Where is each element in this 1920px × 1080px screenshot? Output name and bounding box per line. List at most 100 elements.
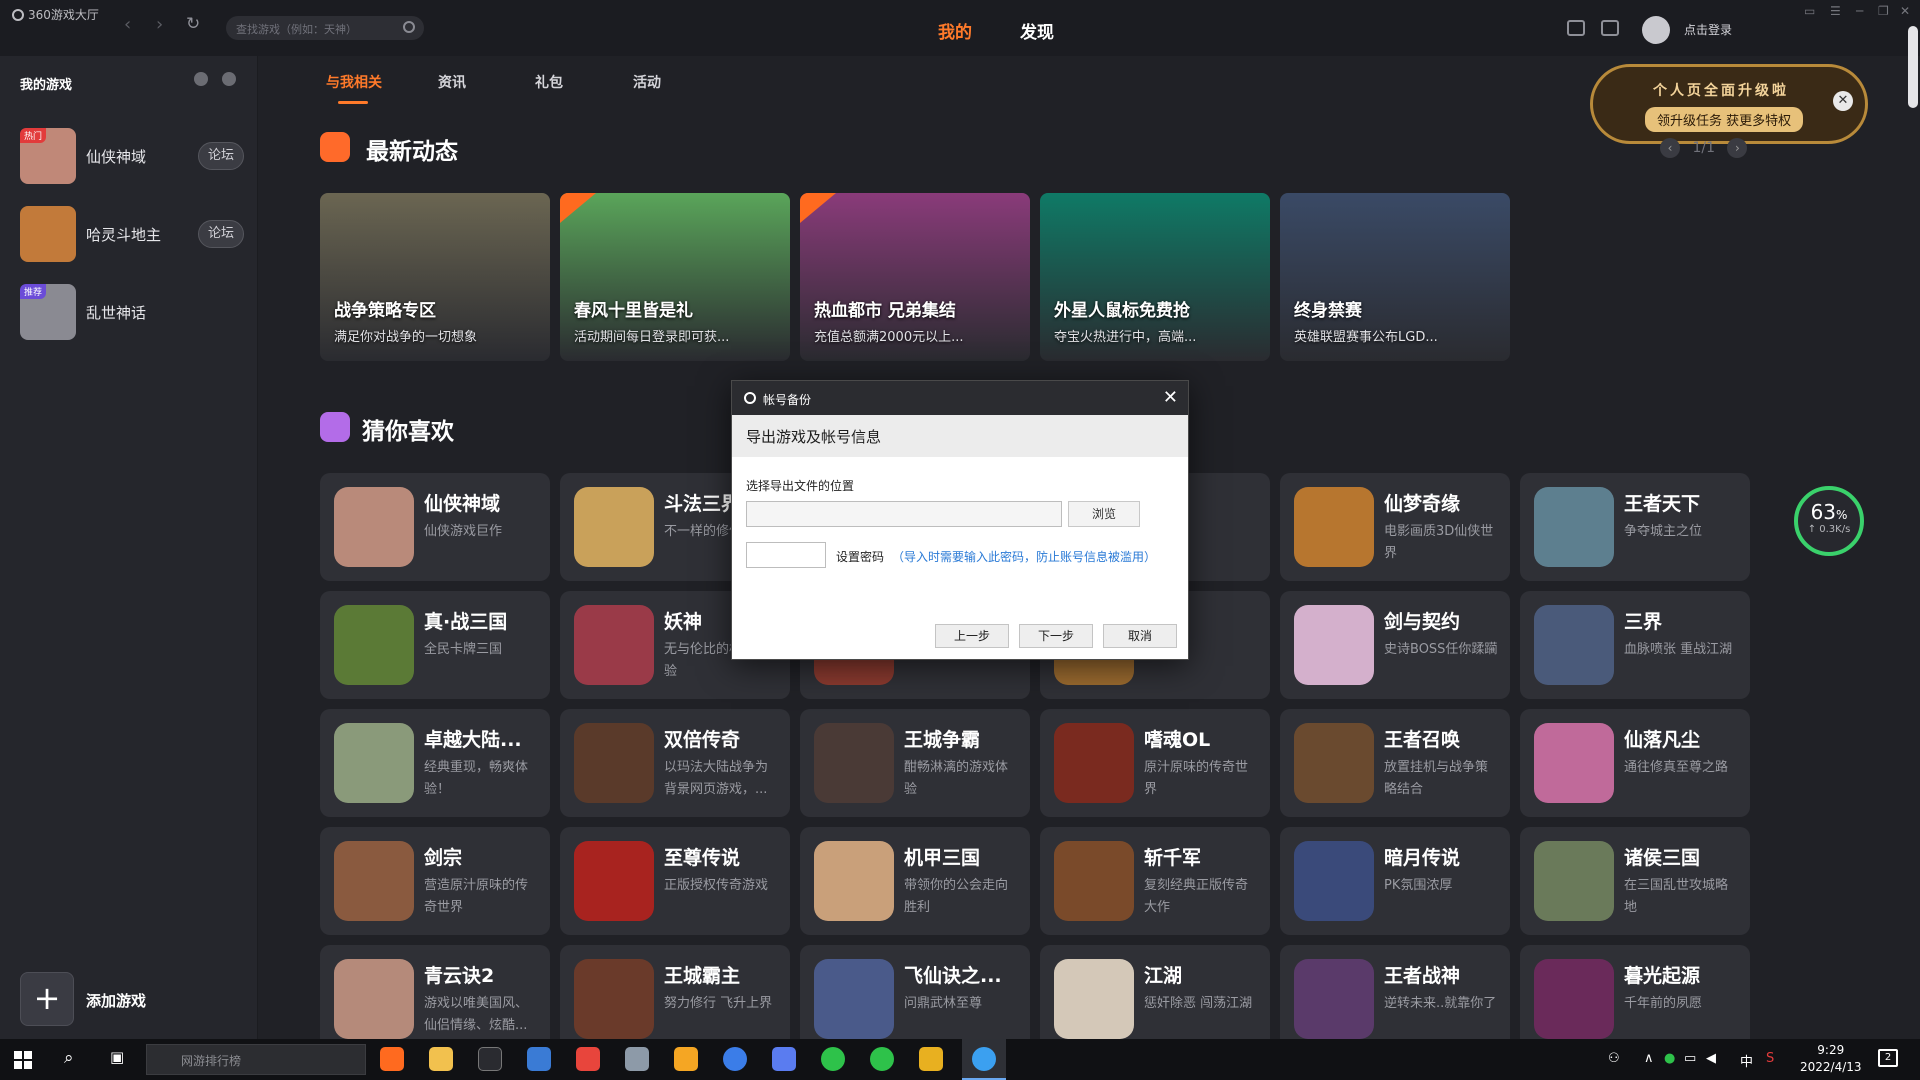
game-name[interactable]: 三界: [1624, 607, 1662, 634]
game-card[interactable]: 王者天下 争夺城主之位: [1520, 473, 1750, 581]
game-icon[interactable]: [814, 723, 894, 803]
game-name[interactable]: 仙梦奇缘: [1384, 489, 1460, 516]
export-path-input[interactable]: [746, 501, 1062, 527]
news-card[interactable]: 外星人鼠标免费抢 夺宝火热进行中，高端...: [1040, 193, 1270, 361]
game-icon[interactable]: [1534, 841, 1614, 921]
game-name[interactable]: 暗月传说: [1384, 843, 1460, 870]
game-card[interactable]: 机甲三国 带领你的公会走向胜利: [800, 827, 1030, 935]
sidebar-game-2[interactable]: 哈灵斗地主 论坛: [20, 206, 250, 262]
game-name[interactable]: 卓越大陆...: [424, 725, 522, 752]
game-card[interactable]: 剑与契约 史诗BOSS任你蹂躏: [1280, 591, 1510, 699]
game-icon[interactable]: [1534, 487, 1614, 567]
tab-mine[interactable]: 我的: [938, 18, 972, 43]
taskbar-search-input[interactable]: 网游排行榜: [146, 1044, 366, 1075]
task-view-icon[interactable]: ▣: [110, 1048, 124, 1066]
game-name[interactable]: 机甲三国: [904, 843, 980, 870]
file-explorer-icon[interactable]: [429, 1047, 453, 1071]
bag-icon[interactable]: [1601, 20, 1619, 36]
search-icon[interactable]: [403, 21, 415, 33]
game-thumbnail[interactable]: 热门: [20, 128, 76, 184]
search-input[interactable]: 查找游戏（例如：天神）: [226, 16, 424, 40]
close-icon[interactable]: ✕: [1900, 4, 1910, 18]
news-card[interactable]: 终身禁赛 英雄联盟赛事公布LGD...: [1280, 193, 1510, 361]
game-card[interactable]: 嗜魂OL 原汁原味的传奇世界: [1040, 709, 1270, 817]
upgrade-banner[interactable]: 个人页全面升级啦 领升级任务 获更多特权 ✕: [1590, 64, 1868, 144]
game-card[interactable]: 仙侠神域 仙侠游戏巨作: [320, 473, 550, 581]
forum-button[interactable]: 论坛: [198, 142, 244, 170]
game-card[interactable]: 仙落凡尘 通往修真至尊之路: [1520, 709, 1750, 817]
gift-icon[interactable]: [1567, 20, 1585, 36]
news-card[interactable]: 战争策略专区 满足你对战争的一切想象: [320, 193, 550, 361]
game-card[interactable]: 暮光起源 千年前的夙愿: [1520, 945, 1750, 1053]
game-name[interactable]: 王者召唤: [1384, 725, 1460, 752]
game-icon[interactable]: [574, 487, 654, 567]
game-name[interactable]: 斩千军: [1144, 843, 1201, 870]
news-card[interactable]: 春风十里皆是礼 活动期间每日登录即可获...: [560, 193, 790, 361]
terminal-icon[interactable]: [478, 1047, 502, 1071]
game-icon[interactable]: [1294, 723, 1374, 803]
game-name[interactable]: 嗜魂OL: [1144, 725, 1210, 752]
game-hall-icon[interactable]: [972, 1047, 996, 1071]
game-name[interactable]: 哈灵斗地主: [86, 224, 161, 245]
next-step-button[interactable]: 下一步: [1019, 624, 1093, 648]
show-hidden-icon[interactable]: ∧: [1644, 1051, 1654, 1066]
network-icon[interactable]: ▭: [1684, 1051, 1696, 1066]
game-icon[interactable]: [1054, 723, 1134, 803]
app-icon[interactable]: [674, 1047, 698, 1071]
game-card[interactable]: 王者战神 逆转未来..就靠你了: [1280, 945, 1510, 1053]
tab-gifts[interactable]: 礼包: [535, 72, 563, 92]
game-icon[interactable]: [334, 959, 414, 1039]
game-name[interactable]: 剑宗: [424, 843, 462, 870]
app-icon[interactable]: [821, 1047, 845, 1071]
game-name[interactable]: 仙侠神域: [424, 489, 500, 516]
forward-icon[interactable]: ›: [156, 14, 163, 35]
add-game-button[interactable]: +: [20, 972, 74, 1026]
game-name[interactable]: 王城霸主: [664, 961, 740, 988]
game-icon[interactable]: [334, 723, 414, 803]
dialog-close-icon[interactable]: ✕: [1163, 387, 1178, 408]
game-card[interactable]: 卓越大陆... 经典重现，畅爽体验！: [320, 709, 550, 817]
game-icon[interactable]: [1294, 605, 1374, 685]
ime-app-icon[interactable]: S: [1766, 1051, 1774, 1066]
game-name[interactable]: 暮光起源: [1624, 961, 1700, 988]
cancel-button[interactable]: 取消: [1103, 624, 1177, 648]
game-icon[interactable]: [814, 959, 894, 1039]
game-name[interactable]: 诸侯三国: [1624, 843, 1700, 870]
game-name[interactable]: 王者战神: [1384, 961, 1460, 988]
game-icon[interactable]: [1534, 723, 1614, 803]
feedback-icon[interactable]: ▭: [1804, 4, 1815, 18]
tab-news[interactable]: 资讯: [438, 72, 466, 92]
scrollbar[interactable]: [1908, 26, 1918, 108]
banner-close-icon[interactable]: ✕: [1833, 91, 1853, 111]
app-icon[interactable]: [723, 1047, 747, 1071]
game-icon[interactable]: [574, 723, 654, 803]
tab-events[interactable]: 活动: [633, 72, 661, 92]
game-icon[interactable]: [814, 841, 894, 921]
game-card[interactable]: 三界 血脉喷张 重战江湖: [1520, 591, 1750, 699]
settings-icon[interactable]: [194, 72, 208, 86]
tab-discover[interactable]: 发现: [1020, 18, 1054, 43]
game-card[interactable]: 真·战三国 全民卡牌三国: [320, 591, 550, 699]
game-icon[interactable]: [334, 605, 414, 685]
game-icon[interactable]: [1534, 605, 1614, 685]
game-icon[interactable]: [1054, 841, 1134, 921]
game-name[interactable]: 仙落凡尘: [1624, 725, 1700, 752]
news-card[interactable]: 热血都市 兄弟集结 充值总额满2000元以上...: [800, 193, 1030, 361]
game-icon[interactable]: [1294, 487, 1374, 567]
prev-step-button[interactable]: 上一步: [935, 624, 1009, 648]
game-card[interactable]: 剑宗 营造原汁原味的传奇世界: [320, 827, 550, 935]
game-card[interactable]: 江湖 惩奸除恶 闯荡江湖: [1040, 945, 1270, 1053]
avatar[interactable]: [1642, 16, 1670, 44]
game-name[interactable]: 王城争霸: [904, 725, 980, 752]
app-icon[interactable]: [870, 1047, 894, 1071]
game-name[interactable]: 乱世神话: [86, 302, 146, 323]
game-name[interactable]: 青云诀2: [424, 961, 494, 988]
network-speed-widget[interactable]: 63% ↑ 0.3K/s: [1794, 486, 1864, 556]
password-input[interactable]: [746, 542, 826, 568]
add-game-label[interactable]: 添加游戏: [86, 990, 146, 1011]
prev-page-icon[interactable]: ‹: [1660, 138, 1680, 158]
game-name[interactable]: 真·战三国: [424, 607, 507, 634]
game-icon[interactable]: [574, 959, 654, 1039]
game-card[interactable]: 双倍传奇 以玛法大陆战争为背景网页游戏，...: [560, 709, 790, 817]
game-name[interactable]: 江湖: [1144, 961, 1182, 988]
